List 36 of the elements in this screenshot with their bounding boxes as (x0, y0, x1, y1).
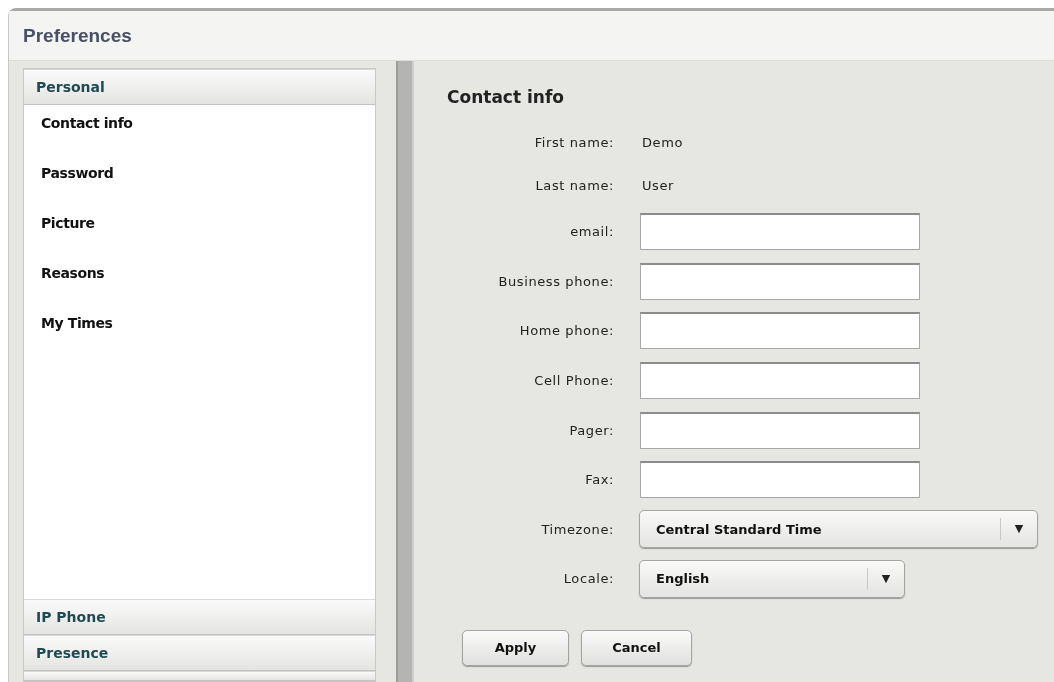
section-header[interactable]: Personal (24, 69, 375, 105)
form-button[interactable]: Cancel (581, 629, 692, 666)
field-label: Business phone: (497, 273, 614, 289)
field-label: Home phone: (518, 323, 614, 339)
input-field[interactable] (640, 312, 920, 350)
dropdown[interactable]: Central Standard Time ▼ (639, 510, 1038, 549)
section-header[interactable] (24, 671, 375, 681)
field-label: First name: (533, 135, 614, 150)
field-label: Locale: (562, 571, 614, 587)
field-label: Cell Phone: (533, 373, 614, 389)
section-header[interactable]: IP Phone (24, 599, 375, 635)
field-label: Pager: (568, 422, 614, 438)
section-heading: Contact info (447, 87, 565, 109)
field-label: Timezone: (540, 521, 614, 537)
field-label: email: (569, 224, 614, 240)
sidebar-item[interactable]: Password (24, 158, 375, 208)
section-header[interactable]: Presence (24, 635, 375, 671)
sidebar-item[interactable]: Reasons (24, 258, 375, 308)
form-button[interactable]: Apply (462, 629, 569, 666)
field-label: Fax: (584, 472, 614, 488)
splitter-handle[interactable] (396, 61, 414, 682)
dropdown-value: Central Standard Time (655, 521, 823, 537)
field-value: Demo (642, 135, 684, 150)
dropdown[interactable]: English ▼ (639, 559, 905, 598)
sidebar-item[interactable]: Picture (24, 208, 375, 258)
input-field[interactable] (640, 461, 920, 499)
window-title: Preferences (23, 24, 132, 47)
sidebar-item[interactable]: My Times (24, 308, 375, 358)
sidebar-item[interactable]: Contact info (24, 108, 375, 158)
input-field[interactable] (640, 411, 920, 449)
input-field[interactable] (640, 213, 920, 251)
input-field[interactable] (640, 362, 920, 400)
field-value: User (642, 178, 675, 193)
input-field[interactable] (640, 262, 920, 300)
dropdown-value: English (655, 571, 711, 587)
field-label: Last name: (534, 178, 614, 193)
